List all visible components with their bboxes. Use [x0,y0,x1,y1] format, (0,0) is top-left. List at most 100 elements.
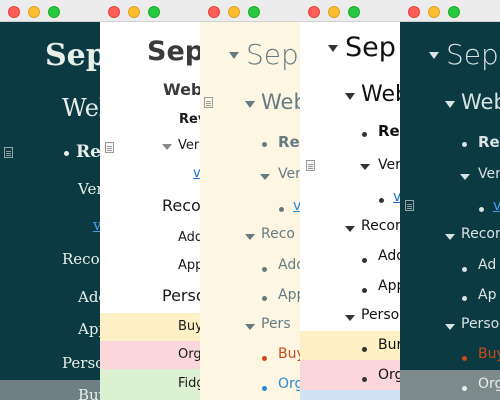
close-button[interactable] [208,6,220,18]
link[interactable]: v [493,198,500,214]
document-icon [105,142,114,153]
window-dark-serif-left: Sep Web Re Ver v Recor Ado App Person Bu… [0,0,100,400]
zoom-button[interactable] [248,6,260,18]
link[interactable]: v [393,189,400,205]
list-item[interactable]: Org [278,376,300,392]
window-titlebar[interactable] [400,0,500,22]
disclosure-triangle-icon[interactable] [162,144,172,150]
disclosure-triangle-icon[interactable] [328,45,338,52]
bullet-icon [362,347,367,352]
window-titlebar[interactable] [100,0,200,22]
list-item[interactable]: Re [76,142,100,162]
list-item[interactable]: Re [478,133,500,151]
window-titlebar[interactable] [0,0,100,22]
disclosure-triangle-icon[interactable] [345,93,355,100]
document-title: Sep [147,36,200,67]
disclosure-triangle-icon[interactable] [445,324,455,330]
disclosure-triangle-icon[interactable] [460,174,470,180]
disclosure-triangle-icon[interactable] [245,234,255,240]
minimize-button[interactable] [28,6,40,18]
list-item[interactable]: Rev [179,112,200,127]
close-button[interactable] [8,6,20,18]
disclosure-triangle-icon[interactable] [445,234,455,240]
section-label: Recor [361,218,400,234]
list-item[interactable]: App [78,320,100,338]
bullet-icon [462,356,467,361]
disclosure-triangle-icon[interactable] [345,315,355,321]
close-button[interactable] [108,6,120,18]
document-title: Sep [45,38,100,73]
list-item[interactable]: Buy [78,386,100,400]
list-item[interactable]: App [378,278,400,294]
list-item[interactable]: App [178,258,200,273]
list-item[interactable]: Add [378,248,400,264]
list-item[interactable]: Ap [478,287,496,303]
section-label: Perso [162,286,200,305]
section-heading: Web [163,80,200,99]
document-icon [204,97,213,108]
minimize-button[interactable] [328,6,340,18]
window-titlebar[interactable] [200,0,300,22]
link[interactable]: v [293,198,300,214]
bullet-icon [362,258,367,263]
list-item[interactable]: Add [178,230,200,245]
list-item[interactable]: Ad [478,257,496,273]
list-item[interactable]: Re [278,133,300,151]
minimize-button[interactable] [128,6,140,18]
list-item[interactable]: Buy [478,346,500,362]
disclosure-triangle-icon[interactable] [245,101,255,108]
section-label: Reco [162,196,200,215]
link[interactable]: v [193,166,200,181]
zoom-button[interactable] [348,6,360,18]
zoom-button[interactable] [448,6,460,18]
list-item[interactable]: Fidg [178,376,200,391]
list-item[interactable]: Ado [278,257,300,273]
section-heading: Web [261,90,300,114]
bullet-icon [362,288,367,293]
disclosure-triangle-icon[interactable] [260,174,270,180]
disclosure-triangle-icon[interactable] [229,52,239,59]
list-item[interactable]: Ver [78,180,100,198]
window-cream: Sep Web Re Ver v Reco Ado App Pers Buy O… [200,0,300,400]
zoom-button[interactable] [48,6,60,18]
list-item[interactable]: App [278,287,300,303]
bullet-icon [262,296,267,301]
list-item[interactable]: Org [178,347,200,362]
bullet-icon [64,151,69,156]
list-item[interactable]: Buy [178,319,200,334]
bullet-icon [262,142,267,147]
disclosure-triangle-icon[interactable] [345,226,355,232]
bullet-icon [462,267,467,272]
close-button[interactable] [408,6,420,18]
list-item[interactable]: Org [478,376,500,392]
disclosure-triangle-icon[interactable] [245,324,255,330]
disclosure-triangle-icon[interactable] [360,164,370,170]
list-item[interactable]: Ver [478,166,500,182]
list-item[interactable]: Buy [278,346,300,362]
list-item[interactable]: Ver [278,166,300,182]
link[interactable]: v [93,216,100,234]
list-item[interactable]: Ver [378,157,400,173]
bullet-icon [362,132,367,137]
list-item[interactable]: Bur [378,337,400,353]
document-icon [306,160,315,171]
section-label: Perso [361,307,400,323]
bullet-icon [262,386,267,391]
disclosure-triangle-icon[interactable] [429,52,439,59]
bullet-icon [262,267,267,272]
zoom-button[interactable] [148,6,160,18]
bullet-icon [462,296,467,301]
close-button[interactable] [308,6,320,18]
window-titlebar[interactable] [300,0,400,22]
list-item[interactable]: Org [378,367,400,383]
minimize-button[interactable] [228,6,240,18]
bullet-icon [462,142,467,147]
list-item[interactable]: Re [378,122,400,140]
document-icon [4,147,13,158]
list-item[interactable]: Veri [178,138,200,153]
minimize-button[interactable] [428,6,440,18]
disclosure-triangle-icon[interactable] [445,101,455,108]
section-label: Recor [461,226,500,242]
bullet-icon [379,198,384,203]
list-item[interactable]: Ado [78,288,100,306]
